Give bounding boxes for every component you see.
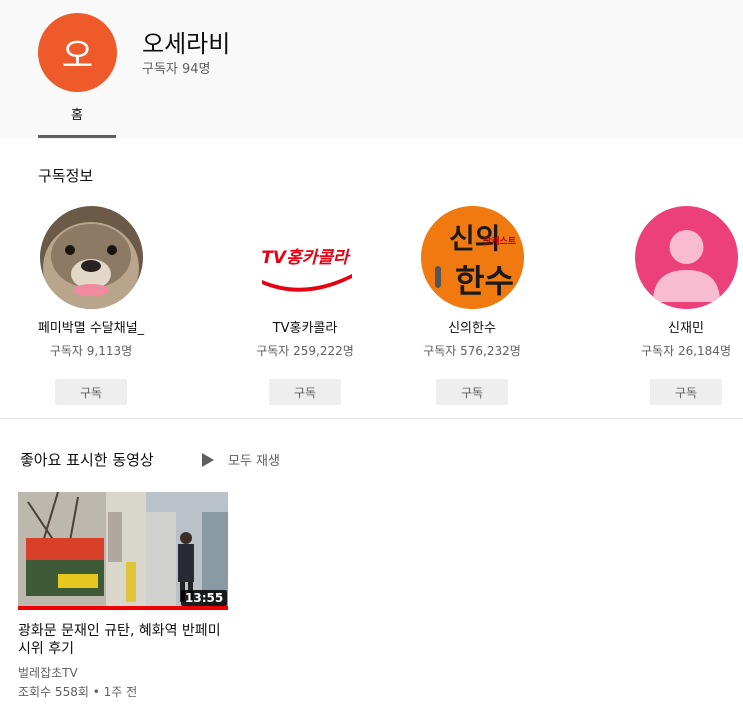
subscription-count: 구독자 576,232명 — [423, 344, 521, 358]
play-icon — [202, 452, 214, 467]
video-metadata: 조회수 558회 • 1주 전 — [18, 685, 138, 699]
video-title[interactable]: 광화문 문재인 규탄, 혜화역 반페미 시위 후기 — [18, 622, 233, 658]
subscribe-button[interactable]: 구독 — [55, 379, 127, 405]
subscription-name[interactable]: 신의한수 — [397, 317, 547, 336]
channel-avatar[interactable]: 오 — [38, 13, 117, 92]
subscription-count: 구독자 9,113명 — [49, 344, 133, 358]
tab-home[interactable]: 홈 — [38, 104, 116, 123]
sinui-logo-side: 팟캐스트 — [483, 235, 517, 247]
play-all-button[interactable]: 모두 재생 — [202, 450, 280, 469]
subscription-card-1: 페미박멸 수달채널_ 구독자 9,113명 구독 — [16, 206, 166, 405]
subscription-card-4: 신재민 구독자 26,184명 구독 — [611, 206, 743, 405]
subscription-card-3: 신의 한수 팟캐스트 신의한수 구독자 576,232명 구독 — [397, 206, 547, 405]
subscription-count: 구독자 259,222명 — [256, 344, 354, 358]
subscription-avatar-hongcola[interactable]: TV홍카콜라 — [253, 206, 357, 309]
subscribe-button[interactable]: 구독 — [269, 379, 341, 405]
subscription-card-2: TV홍카콜라 TV홍카콜라 구독자 259,222명 구독 — [230, 206, 380, 405]
subscription-avatar-default[interactable] — [634, 206, 738, 309]
channel-avatar-letter: 오 — [61, 36, 94, 76]
channel-subscriber-count: 구독자 94명 — [142, 62, 211, 77]
subscription-avatar-otter[interactable] — [39, 206, 143, 309]
hongcola-logo-icon: TV홍카콜라 — [261, 248, 352, 292]
subscription-avatar-sinui[interactable]: 신의 한수 팟캐스트 — [420, 206, 524, 309]
section-divider — [0, 418, 743, 419]
subscription-count: 구독자 26,184명 — [641, 344, 731, 358]
sinui-logo-bottom: 한수 — [455, 262, 514, 300]
subscription-name[interactable]: TV홍카콜라 — [230, 317, 380, 336]
tab-home-indicator — [38, 135, 116, 138]
otter-image-icon — [39, 206, 143, 309]
channel-title: 오세라비 — [142, 30, 231, 58]
liked-videos-heading: 좋아요 표시한 동영상 — [20, 451, 154, 469]
subscribe-button[interactable]: 구독 — [650, 379, 722, 405]
hongcola-logo-text: TV홍카콜라 — [261, 248, 351, 268]
subscription-name[interactable]: 신재민 — [611, 317, 743, 336]
video-duration-badge: 13:55 — [181, 590, 228, 606]
play-all-label: 모두 재생 — [228, 454, 280, 469]
subscriptions-heading: 구독정보 — [38, 167, 94, 185]
subscription-name[interactable]: 페미박멸 수달채널_ — [16, 317, 166, 336]
sinui-logo-icon: 신의 한수 팟캐스트 — [420, 206, 524, 309]
channel-header: 오 오세라비 구독자 94명 홈 — [0, 0, 743, 139]
video-channel-name[interactable]: 벌레잡초TV — [18, 664, 78, 681]
watched-progress-bar — [18, 606, 228, 610]
default-user-icon — [652, 230, 720, 302]
subscribe-button[interactable]: 구독 — [436, 379, 508, 405]
